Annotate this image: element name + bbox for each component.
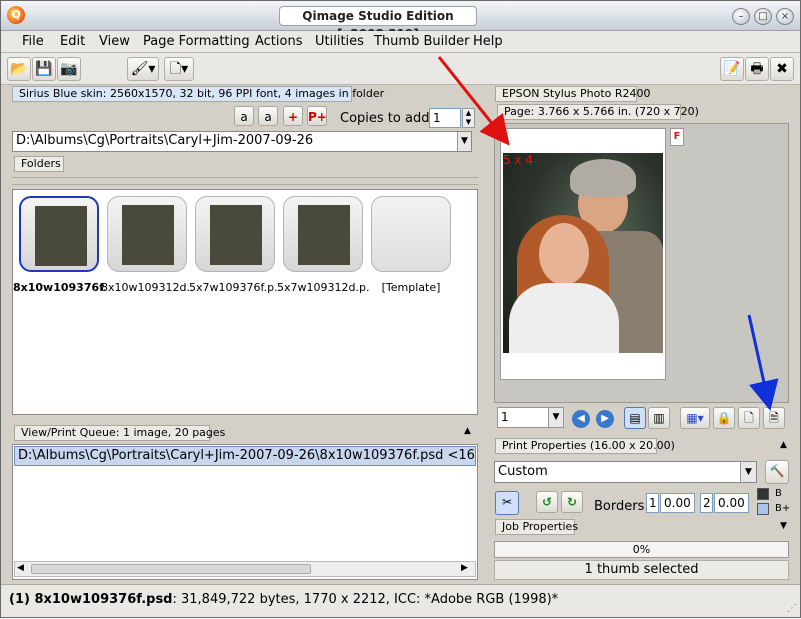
status-file-info: : 31,849,722 bytes, 1770 x 2212, ICC: *A… [172, 592, 559, 607]
annotation-arrows [437, 56, 779, 411]
status-bar: (1) 8x10w109376f.psd: 31,849,722 bytes, … [1, 584, 800, 617]
woman-top [509, 283, 619, 353]
blue-arrow [747, 314, 779, 411]
app-window: Q Qimage Studio Edition [v2008.219] – □ … [0, 0, 801, 618]
red-arrow [437, 56, 510, 146]
resize-grip-icon[interactable]: ⋰ [787, 603, 797, 614]
woman-face-front [539, 223, 589, 285]
status-file-name: (1) 8x10w109376f.psd [9, 592, 173, 607]
